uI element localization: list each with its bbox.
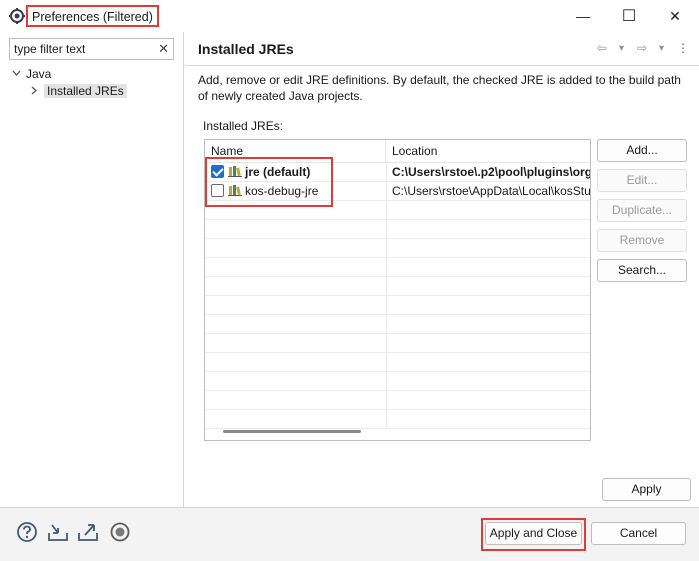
column-divider xyxy=(386,258,387,277)
column-divider xyxy=(386,201,387,220)
export-icon[interactable] xyxy=(77,521,99,543)
clear-filter-icon[interactable]: ✕ xyxy=(158,41,169,57)
column-divider xyxy=(386,315,387,334)
search-button[interactable]: Search... xyxy=(597,259,687,282)
import-icon[interactable] xyxy=(47,521,69,543)
apply-button[interactable]: Apply xyxy=(602,478,691,501)
column-divider xyxy=(386,163,387,182)
forward-menu-icon[interactable]: ▾ xyxy=(659,43,664,54)
preferences-tree-pane: ✕ Java Installed JREs xyxy=(0,32,184,507)
column-divider xyxy=(386,334,387,353)
back-menu-icon[interactable]: ▾ xyxy=(619,43,624,54)
column-divider xyxy=(386,182,387,201)
empty-row xyxy=(205,410,590,429)
empty-row xyxy=(205,277,590,296)
edit-button[interactable]: Edit... xyxy=(597,169,687,192)
column-divider xyxy=(386,391,387,410)
forward-arrow-icon[interactable]: ⇨ xyxy=(637,41,647,55)
preference-page: Installed JREs ⇦ ▾ ⇨ ▾ ⋮ Add, remove or … xyxy=(185,32,699,507)
column-divider xyxy=(386,410,387,429)
column-divider xyxy=(386,296,387,315)
column-header-location[interactable]: Location xyxy=(386,140,590,163)
jre-location: C:\Users\rstoe\.p2\pool\plugins\org xyxy=(392,165,590,179)
maximize-icon: ☐ xyxy=(621,8,637,25)
page-title: Installed JREs xyxy=(198,41,294,57)
record-icon[interactable] xyxy=(109,521,131,543)
add-button[interactable]: Add... xyxy=(597,139,687,162)
empty-row xyxy=(205,258,590,277)
horizontal-scrollbar[interactable] xyxy=(223,430,361,433)
column-divider xyxy=(386,239,387,258)
close-icon: ✕ xyxy=(669,7,681,24)
empty-row xyxy=(205,372,590,391)
tree-item-label: Java xyxy=(26,67,52,81)
eclipse-app-icon xyxy=(9,8,25,24)
empty-row xyxy=(205,334,590,353)
filter-input[interactable] xyxy=(10,39,150,59)
window-title: Preferences (Filtered) xyxy=(26,5,159,27)
minimize-button[interactable]: — xyxy=(560,0,606,32)
empty-row xyxy=(205,220,590,239)
empty-row xyxy=(205,315,590,334)
tree-item-installed-jres[interactable]: Installed JREs xyxy=(30,82,127,100)
jre-location: C:\Users\rstoe\AppData\Local\kosStu xyxy=(392,184,590,198)
help-icon[interactable] xyxy=(16,521,38,543)
empty-row xyxy=(205,239,590,258)
chevron-down-icon xyxy=(12,70,21,76)
column-divider xyxy=(386,277,387,296)
page-description: Add, remove or edit JRE definitions. By … xyxy=(198,73,681,103)
column-divider xyxy=(386,220,387,239)
back-arrow-icon[interactable]: ⇦ xyxy=(597,41,607,55)
expand-toggle-icon[interactable] xyxy=(30,84,44,102)
dialog-button-bar: Apply and Close Cancel xyxy=(0,508,699,561)
apply-and-close-button[interactable]: Apply and Close xyxy=(485,522,582,545)
close-button[interactable]: ✕ xyxy=(652,0,698,32)
column-divider xyxy=(386,372,387,391)
page-navigation: ⇦ ▾ ⇨ ▾ ⋮ xyxy=(595,41,695,59)
chevron-right-icon xyxy=(31,86,37,95)
more-options-icon[interactable]: ⋮ xyxy=(677,41,689,55)
empty-row xyxy=(205,353,590,372)
divider xyxy=(185,65,699,66)
empty-row xyxy=(205,391,590,410)
duplicate-button[interactable]: Duplicate... xyxy=(597,199,687,222)
minimize-icon: — xyxy=(576,8,590,24)
expand-toggle-icon[interactable] xyxy=(12,67,26,85)
filter-field[interactable]: ✕ xyxy=(9,38,174,60)
cancel-button[interactable]: Cancel xyxy=(591,522,686,545)
maximize-button[interactable]: ☐ xyxy=(606,0,652,32)
column-divider xyxy=(386,353,387,372)
remove-button[interactable]: Remove xyxy=(597,229,687,252)
installed-jres-label: Installed JREs: xyxy=(203,119,284,133)
title-bar: Preferences (Filtered) — ☐ ✕ xyxy=(0,0,699,32)
empty-row xyxy=(205,296,590,315)
highlight-jre-rows xyxy=(205,157,333,207)
tree-item-label: Installed JREs xyxy=(44,84,127,98)
tree-item-java[interactable]: Java xyxy=(12,65,51,83)
